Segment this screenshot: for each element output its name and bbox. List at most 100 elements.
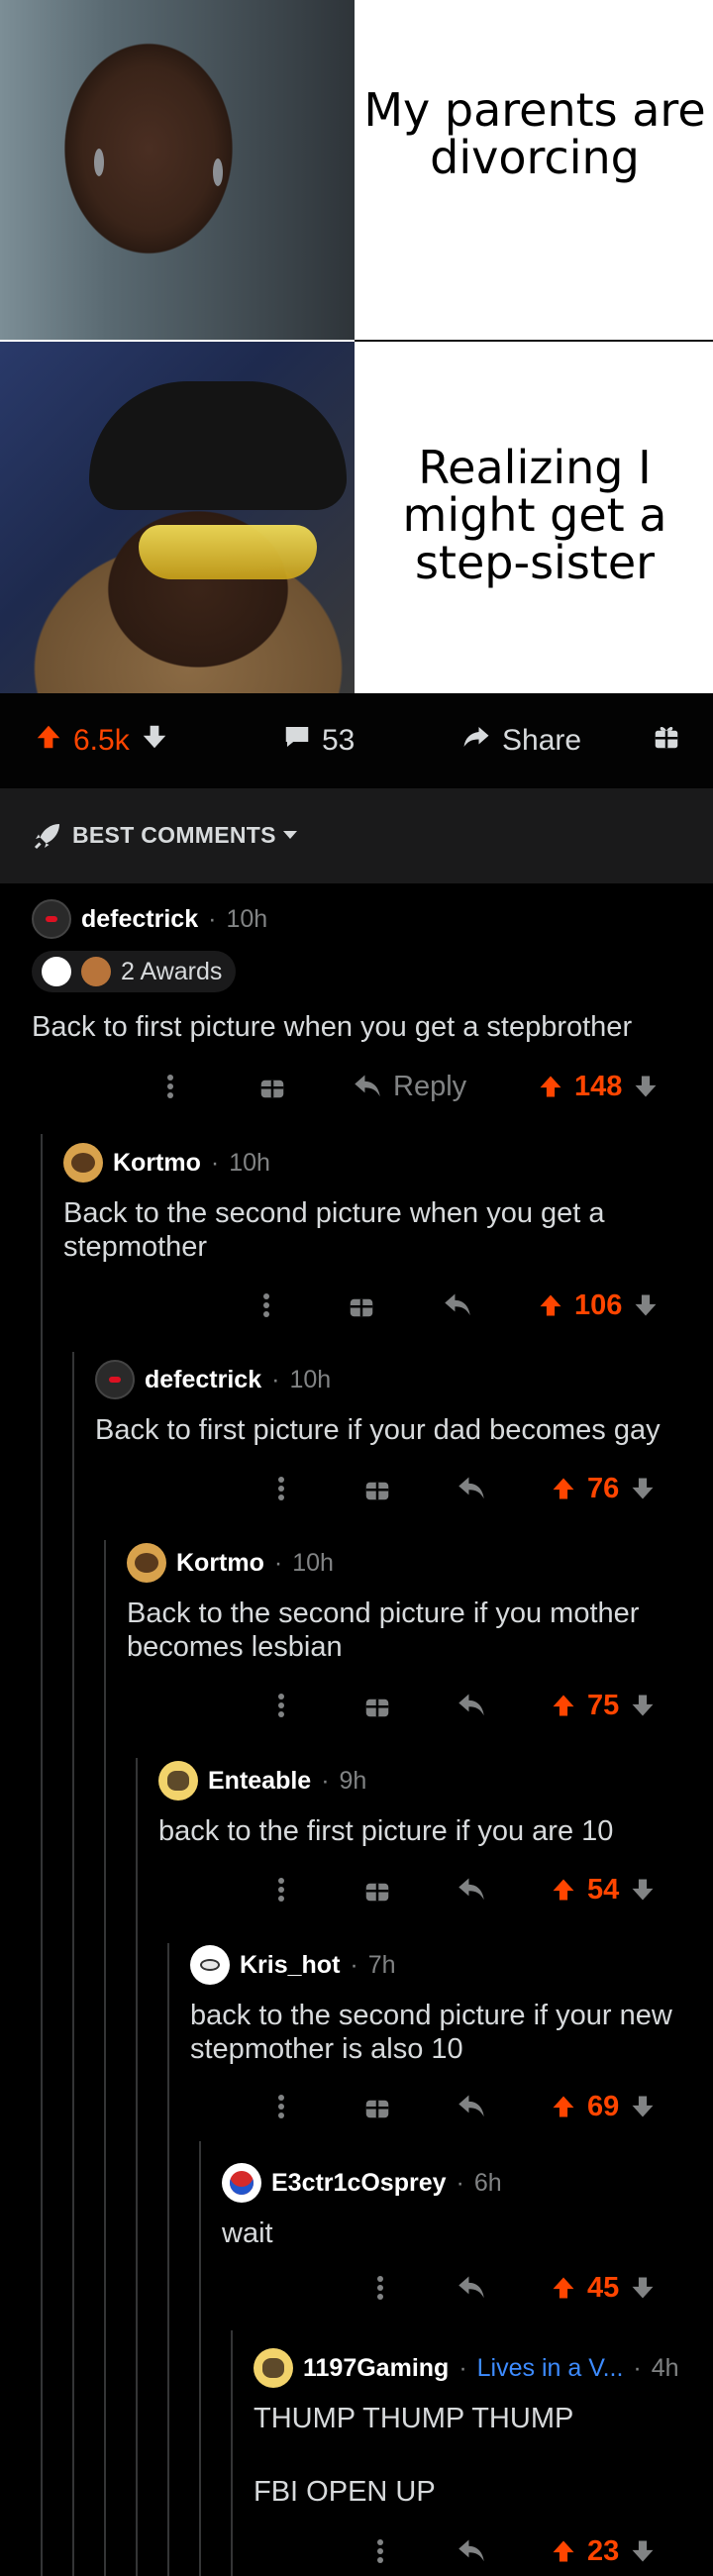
more-icon[interactable] [166,1074,174,1099]
comment-author[interactable]: defectrick [145,1366,261,1394]
tear-drop [94,149,104,176]
comment-body: Back to the second picture when you get … [63,1197,605,1263]
comment-body: Back to first picture if your dad become… [95,1414,661,1446]
reply-icon[interactable] [456,1475,487,1502]
meta-separator: · [210,1148,220,1177]
comment: 1197Gaming · Lives in a V... · 4h THUMP … [254,2348,699,2509]
share-button[interactable]: Share [460,722,581,760]
gift-icon[interactable] [257,1072,287,1101]
downvote-icon[interactable] [140,722,169,760]
more-icon[interactable] [277,1476,285,1501]
more-icon[interactable] [376,2275,384,2301]
awards-badge[interactable]: 2 Awards [32,951,237,992]
reply-icon[interactable] [456,2274,487,2302]
comment-time: 10h [289,1365,332,1393]
upvote-icon[interactable] [34,722,63,760]
avatar[interactable] [222,2163,261,2203]
comment: defectrick · 10h Back to first picture i… [95,1360,689,1447]
comment-author[interactable]: E3ctr1cOsprey [271,2169,447,2198]
reply-label: Reply [393,1070,467,1102]
downvote-icon[interactable] [629,2537,657,2565]
upvote-icon[interactable] [550,1692,577,1719]
comment-author[interactable]: Kortmo [113,1149,201,1178]
downvote-icon[interactable] [629,1475,657,1502]
avatar[interactable] [95,1360,135,1399]
comment: Kortmo · 10h Back to the second picture … [127,1543,691,1664]
gift-icon[interactable] [362,1474,392,1503]
meta-separator: · [271,1365,280,1393]
comment-vote-group: 54 [550,1874,657,1906]
avatar[interactable] [63,1143,103,1183]
downvote-icon[interactable] [629,2093,657,2120]
comment-body-line-2: FBI OPEN UP [254,2476,436,2508]
comment-body: wait [222,2217,273,2249]
upvote-icon[interactable] [550,1876,577,1904]
tear-drop [213,158,223,186]
comment-time: 4h [651,2353,679,2382]
meme-bottom-caption: Realizing I might get a step-sister [356,416,713,614]
upvote-icon[interactable] [550,1475,577,1502]
upvote-icon[interactable] [537,1291,564,1319]
laughing-man-photo [0,342,355,693]
comment-sort-selector[interactable]: BEST COMMENTS [0,788,713,883]
more-icon[interactable] [262,1292,270,1318]
comment-vote-group: 45 [550,2272,657,2305]
upvote-icon[interactable] [550,2093,577,2120]
reply-icon[interactable] [456,2093,487,2120]
comment-score: 148 [574,1070,623,1102]
comment-author[interactable]: Enteable [208,1767,311,1796]
upvote-icon[interactable] [550,2537,577,2565]
avatar[interactable] [32,899,71,939]
comment-author[interactable]: defectrick [81,905,198,934]
upvote-icon[interactable] [550,2274,577,2302]
comments-button[interactable]: 53 [282,722,355,760]
thread-line [167,1943,169,2576]
upvote-icon[interactable] [537,1073,564,1100]
gift-icon[interactable] [362,1691,392,1720]
comment-author[interactable]: Kris_hot [240,1951,340,1980]
downvote-icon[interactable] [629,2274,657,2302]
comment-time: 6h [473,2168,502,2197]
avatar[interactable] [254,2348,293,2388]
comment-vote-group: 23 [550,2535,657,2568]
downvote-icon[interactable] [629,1876,657,1904]
reply-icon[interactable] [442,1291,473,1319]
avatar[interactable] [158,1761,198,1801]
rocket-icon [30,818,65,859]
more-icon[interactable] [376,2538,384,2564]
comment: E3ctr1cOsprey · 6h wait [222,2163,697,2250]
comment-author[interactable]: 1197Gaming [303,2354,449,2383]
comment-body: back to the second picture if your new s… [190,2000,672,2065]
comment-actions: 75 [0,1681,713,1730]
comment-vote-group: 148 [537,1071,660,1103]
downvote-icon[interactable] [632,1073,660,1100]
more-icon[interactable] [277,2094,285,2119]
meta-separator: · [456,2168,464,2197]
gift-icon[interactable] [362,1875,392,1905]
gift-icon[interactable] [362,2092,392,2121]
reply-icon[interactable] [456,1692,487,1719]
gift-button[interactable] [652,722,681,760]
comment-count: 53 [322,724,356,757]
reply-icon[interactable] [456,1876,487,1904]
more-icon[interactable] [277,1693,285,1718]
comment-vote-group: 76 [550,1473,657,1505]
downvote-icon[interactable] [629,1692,657,1719]
comment-body: Back to first picture when you get a ste… [32,1011,633,1043]
meta-separator: · [321,1766,330,1795]
gift-icon[interactable] [347,1290,376,1320]
avatar[interactable] [127,1543,166,1583]
avatar[interactable] [190,1945,230,1985]
comment-actions: 69 [0,2082,713,2131]
meta-separator: · [633,2353,642,2382]
comment-author[interactable]: Kortmo [176,1549,264,1578]
comment: Kortmo · 10h Back to the second picture … [63,1143,687,1264]
reply-button[interactable]: Reply [352,1071,466,1103]
more-icon[interactable] [277,1877,285,1903]
reply-icon[interactable] [456,2537,487,2565]
post-image[interactable]: My parents are divorcing Realizing I mig… [0,0,713,693]
beanie [89,381,347,510]
downvote-icon[interactable] [632,1291,660,1319]
meta-separator: · [458,2353,467,2382]
comment-vote-group: 69 [550,2091,657,2123]
